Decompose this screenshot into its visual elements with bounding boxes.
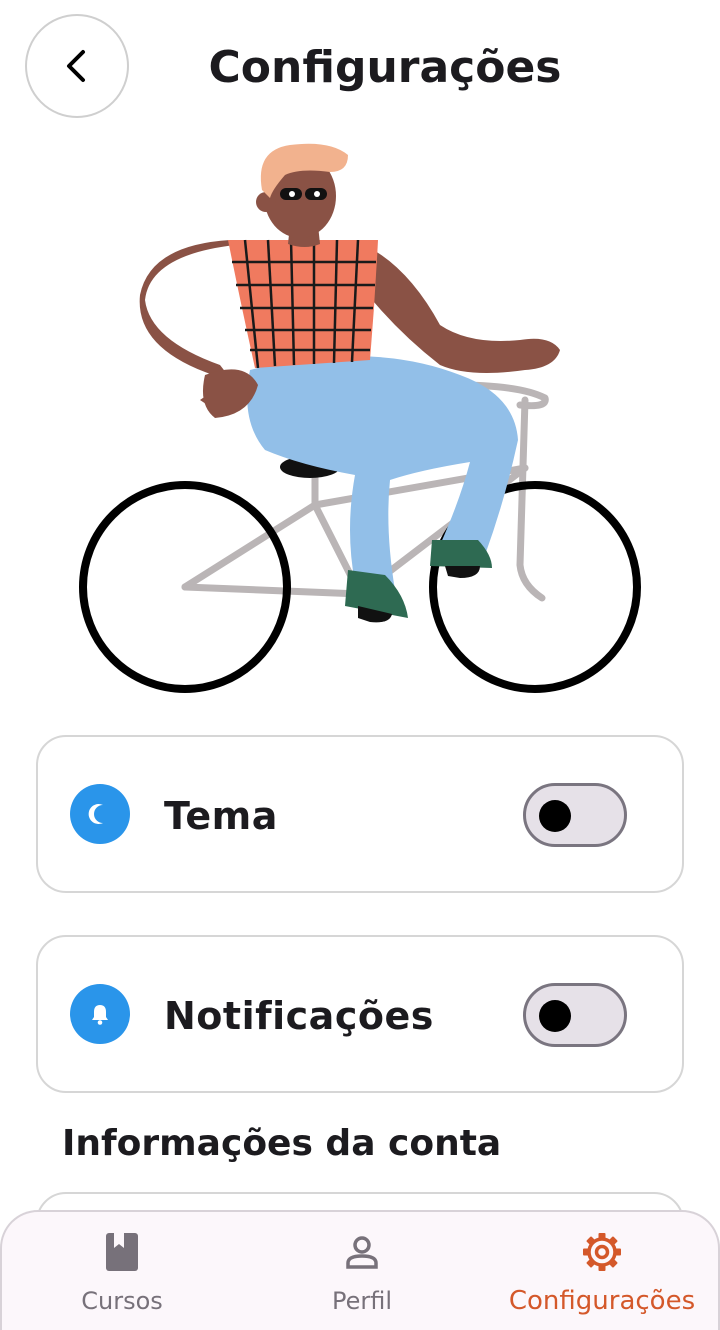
toggle-thumb xyxy=(539,800,571,832)
bottom-navigation: Cursos Perfil Configurações xyxy=(0,1210,720,1330)
toggle-thumb xyxy=(539,1000,571,1032)
notifications-toggle[interactable] xyxy=(523,983,627,1047)
book-icon xyxy=(100,1230,144,1274)
back-button[interactable] xyxy=(25,14,129,118)
chevron-left-icon xyxy=(67,50,85,82)
nav-label-perfil: Perfil xyxy=(331,1287,393,1315)
account-section-title: Informações da conta xyxy=(62,1123,502,1164)
bicycle-illustration xyxy=(79,143,641,693)
person-icon xyxy=(340,1230,384,1274)
nav-label-configuracoes: Configurações xyxy=(508,1286,696,1316)
moon-icon xyxy=(70,784,130,844)
nav-item-cursos[interactable]: Cursos xyxy=(2,1212,242,1320)
theme-setting-card: Tema xyxy=(36,735,684,893)
bell-icon xyxy=(70,984,130,1044)
theme-toggle[interactable] xyxy=(523,783,627,847)
nav-item-perfil[interactable]: Perfil xyxy=(242,1212,482,1320)
notifications-setting-card: Notificações xyxy=(36,935,684,1093)
notifications-label: Notificações xyxy=(164,994,434,1038)
theme-label: Tema xyxy=(164,794,278,838)
gear-icon xyxy=(580,1230,624,1274)
nav-label-cursos: Cursos xyxy=(81,1287,163,1315)
nav-item-configuracoes[interactable]: Configurações xyxy=(482,1212,720,1320)
page-title: Configurações xyxy=(208,42,562,93)
